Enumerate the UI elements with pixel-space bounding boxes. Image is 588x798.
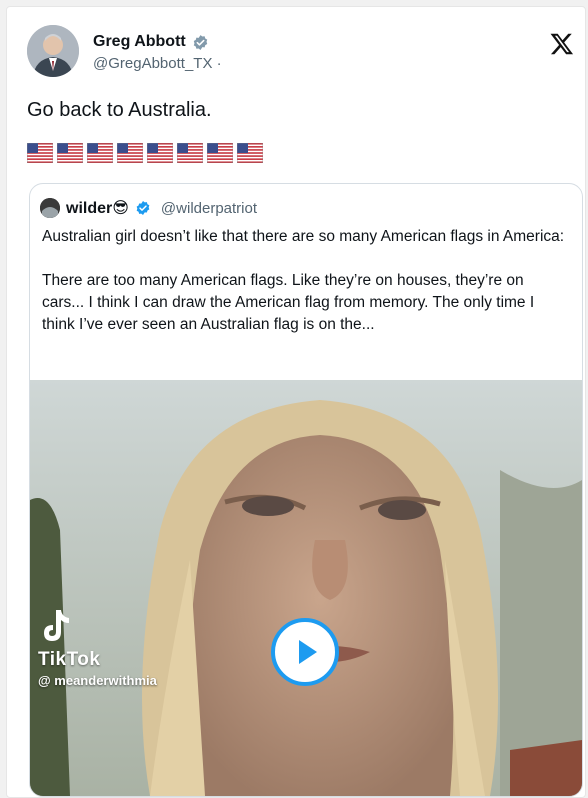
tiktok-username: @ meanderwithmia: [38, 673, 157, 688]
quoted-header: wilder😎 @wilderpatriot: [40, 198, 257, 218]
us-flag-emoji: [57, 143, 83, 163]
us-flag-emoji: [147, 143, 173, 163]
us-flag-emoji: [207, 143, 233, 163]
us-flag-emoji: [27, 143, 53, 163]
verified-badge-icon: [136, 201, 150, 215]
quoted-text: Australian girl doesn’t like that there …: [42, 226, 567, 336]
quoted-author-name[interactable]: wilder😎: [66, 198, 129, 218]
author-handle-row: @GregAbbott_TX ·: [93, 55, 222, 72]
author-name[interactable]: Greg Abbott: [93, 33, 186, 51]
us-flag-emoji: [177, 143, 203, 163]
us-flag-emoji: [87, 143, 113, 163]
tiktok-watermark: TikTok @ meanderwithmia: [38, 608, 157, 688]
tweet-text: Go back to Australia.: [27, 99, 212, 121]
tweet-header: Greg Abbott @GregAbbott_TX ·: [27, 25, 577, 81]
author-name-row: Greg Abbott: [93, 33, 209, 51]
us-flag-emoji: [237, 143, 263, 163]
author-avatar[interactable]: [27, 25, 79, 77]
video-thumbnail-icon: [30, 380, 582, 796]
us-flag-emoji: [117, 143, 143, 163]
quoted-text-line2: There are too many American flags. Like …: [42, 272, 535, 333]
video-player[interactable]: TikTok @ meanderwithmia: [30, 380, 582, 796]
quoted-text-line1: Australian girl doesn’t like that there …: [42, 228, 565, 245]
tiktok-logo-icon: [44, 610, 69, 641]
play-button[interactable]: [271, 618, 339, 686]
profile-photo-icon: [27, 25, 79, 77]
author-handle[interactable]: @GregAbbott_TX: [93, 55, 212, 72]
quoted-avatar-icon: [40, 198, 60, 218]
quoted-avatar[interactable]: [40, 198, 60, 218]
quoted-name-text: wilder: [66, 200, 113, 217]
sunglasses-emoji-icon: 😎: [112, 200, 129, 217]
handle-separator: ·: [216, 55, 222, 72]
quoted-tweet[interactable]: wilder😎 @wilderpatriot Australian girl d…: [29, 183, 583, 797]
tiktok-brand: TikTok: [38, 649, 101, 670]
flag-emoji-row: [27, 143, 263, 163]
verified-badge-icon: [193, 34, 207, 50]
play-icon: [299, 640, 317, 664]
tweet-card: Greg Abbott @GregAbbott_TX · Go back to …: [6, 6, 586, 798]
quoted-author-handle[interactable]: @wilderpatriot: [161, 200, 257, 217]
x-logo-icon[interactable]: [549, 31, 575, 57]
